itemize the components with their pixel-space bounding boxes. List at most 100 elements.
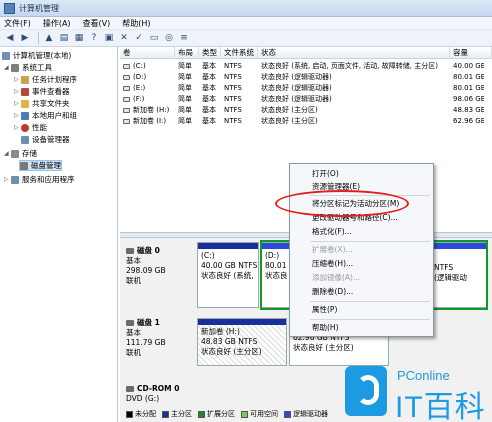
- column-header-filesystem[interactable]: 文件系统: [221, 47, 258, 59]
- partition-h[interactable]: 新加卷 (H:) 48.83 GB NTFS 状态良好 (主分区): [197, 318, 287, 366]
- tree-item-services-applications[interactable]: ▷ 服务和应用程序: [4, 174, 75, 185]
- volume-icon: [123, 118, 130, 124]
- table-row[interactable]: (D:) 简单 基本 NTFS 状态良好 (逻辑驱动器) 80.01 GB: [120, 72, 492, 82]
- expand-arrow-icon[interactable]: ▷: [4, 176, 10, 183]
- legend-swatch: [241, 410, 248, 418]
- tree-item-system-tools[interactable]: ◢ 系统工具: [4, 62, 52, 73]
- menu-item-properties[interactable]: 属性(P): [290, 304, 433, 316]
- computer-icon: [2, 51, 10, 60]
- column-header-layout[interactable]: 布局: [175, 47, 199, 59]
- table-row[interactable]: 新加卷 (I:) 简单 基本 NTFS 状态良好 (主分区) 62.96 GB: [120, 116, 492, 126]
- up-folder-icon[interactable]: ▲: [43, 32, 55, 44]
- pconline-logo-icon: [345, 366, 387, 416]
- menu-item-delete-volume[interactable]: 删除卷(D)...: [290, 286, 433, 298]
- tree-item-shared-folders[interactable]: ▷ 共享文件夹: [14, 98, 70, 109]
- expand-arrow-icon[interactable]: ▷: [14, 88, 20, 95]
- forward-icon[interactable]: ▶: [19, 32, 31, 44]
- volume-icon: [123, 74, 130, 80]
- open-icon[interactable]: ▭: [148, 32, 160, 44]
- menu-item-format[interactable]: 格式化(F)...: [290, 226, 433, 238]
- menu-item-add-mirror: 添加镜像(A)...: [312, 273, 361, 282]
- cdrom-label[interactable]: CD-ROM 0 DVD (G:): [126, 384, 192, 404]
- expand-arrow-icon[interactable]: ▷: [14, 100, 20, 107]
- tree-item-performance[interactable]: ▷ 性能: [14, 122, 47, 133]
- check-icon[interactable]: ✓: [133, 32, 145, 44]
- properties-icon[interactable]: ▦: [73, 32, 85, 44]
- legend-swatch: [284, 410, 291, 418]
- legend-swatch: [126, 410, 133, 418]
- show-tree-icon[interactable]: ▤: [58, 32, 70, 44]
- performance-icon: [21, 123, 29, 132]
- menu-item-shrink-volume[interactable]: 压缩卷(H)...: [290, 258, 433, 270]
- title-bar: 计算机管理: [0, 0, 492, 17]
- collapse-arrow-icon[interactable]: ◢: [4, 150, 10, 157]
- table-row[interactable]: 新加卷 (H:) 简单 基本 NTFS 状态良好 (主分区) 48.83 GB: [120, 105, 492, 115]
- legend-swatch: [198, 410, 205, 418]
- volume-icon: [123, 85, 130, 91]
- disk-1-label[interactable]: 磁盘 1 基本 111.79 GB 联机: [126, 318, 192, 358]
- column-header-volume[interactable]: 卷: [120, 47, 175, 59]
- device-manager-icon: [21, 135, 29, 144]
- expand-arrow-icon[interactable]: ▷: [14, 76, 20, 83]
- menu-help[interactable]: 帮助(H): [122, 18, 150, 29]
- menu-item-open[interactable]: 打开(O): [290, 168, 433, 180]
- storage-icon: [11, 149, 19, 158]
- partition-c[interactable]: (C:) 40.00 GB NTFS 状态良好 (系统,: [197, 242, 259, 308]
- toolbar-separator: [38, 32, 39, 44]
- table-row[interactable]: (E:) 简单 基本 NTFS 状态良好 (逻辑驱动器) 80.01 GB: [120, 83, 492, 93]
- back-icon[interactable]: ◀: [4, 32, 16, 44]
- volume-icon: [123, 96, 130, 102]
- menu-file[interactable]: 文件(F): [4, 18, 31, 29]
- context-menu: 打开(O) 资源管理器(E) 将分区标记为活动分区(M) 更改驱动器号和路径(C…: [289, 163, 434, 337]
- column-header-status[interactable]: 状态: [258, 47, 450, 59]
- menu-separator: [310, 319, 430, 320]
- watermark-brand: PConline: [397, 368, 450, 383]
- disk-icon: [126, 248, 134, 254]
- tree-item-disk-management[interactable]: 磁盘管理: [19, 160, 62, 171]
- tree-item-computer-management[interactable]: 计算机管理(本地): [2, 50, 71, 61]
- menu-item-help[interactable]: 帮助(H): [290, 322, 433, 334]
- collapse-arrow-icon[interactable]: ◢: [4, 64, 10, 71]
- disk-0-label[interactable]: 磁盘 0 基本 298.09 GB 联机: [126, 246, 192, 286]
- column-header-capacity[interactable]: 容量: [450, 47, 492, 59]
- tools-icon: [11, 63, 19, 72]
- legend: 未分配 主分区 扩展分区 可用空间 逻辑驱动器: [120, 408, 328, 420]
- expand-arrow-icon[interactable]: ▷: [14, 124, 20, 131]
- volume-icon: [123, 107, 130, 113]
- disk-icon: [20, 161, 28, 170]
- disk-icon: [126, 320, 134, 326]
- tree-item-local-users-groups[interactable]: ▷ 本地用户和组: [14, 110, 77, 121]
- tree-item-task-scheduler[interactable]: ▷ 任务计划程序: [14, 74, 77, 85]
- tree-item-storage[interactable]: ◢ 存储: [4, 148, 37, 159]
- table-header: 卷 布局 类型 文件系统 状态 容量: [120, 47, 492, 59]
- shared-folder-icon: [21, 99, 29, 108]
- computer-management-icon: [4, 2, 15, 14]
- menu-separator: [310, 241, 430, 242]
- window-title: 计算机管理: [19, 3, 59, 13]
- highlight-oval: [275, 190, 409, 217]
- event-viewer-icon: [21, 87, 29, 96]
- watermark-name: IT百科: [395, 391, 486, 422]
- toolbar: ◀ ▶ ▲ ▤ ▦ ? ▣ ✕ ✓ ▭ ◎ ≡: [0, 30, 492, 47]
- tree-item-device-manager[interactable]: 设备管理器: [21, 134, 70, 145]
- clock-icon: [21, 75, 29, 84]
- expand-arrow-icon[interactable]: ▷: [14, 112, 20, 119]
- legend-swatch: [162, 410, 169, 418]
- list-icon[interactable]: ≡: [178, 32, 190, 44]
- table-row[interactable]: (F:) 简单 基本 NTFS 状态良好 (逻辑驱动器) 98.06 GB: [120, 94, 492, 104]
- menu-action[interactable]: 操作(A): [43, 18, 71, 29]
- search-icon[interactable]: ◎: [163, 32, 175, 44]
- delete-icon[interactable]: ✕: [118, 32, 130, 44]
- navigation-tree: 计算机管理(本地) ◢ 系统工具 ▷ 任务计划程序 ▷ 事件查看器 ▷ 共享文件…: [0, 47, 118, 422]
- column-header-type[interactable]: 类型: [199, 47, 221, 59]
- menu-separator: [310, 301, 430, 302]
- help-icon[interactable]: ?: [88, 32, 100, 44]
- table-row[interactable]: (C:) 简单 基本 NTFS 状态良好 (系统, 启动, 页面文件, 活动, …: [120, 61, 492, 71]
- tree-item-event-viewer[interactable]: ▷ 事件查看器: [14, 86, 70, 97]
- settings-icon[interactable]: ▣: [103, 32, 115, 44]
- volume-icon: [123, 63, 130, 69]
- menu-view[interactable]: 查看(V): [83, 18, 111, 29]
- services-icon: [11, 175, 19, 184]
- menu-item-extend-volume: 扩展卷(X)...: [312, 245, 353, 254]
- menu-bar: 文件(F) 操作(A) 查看(V) 帮助(H): [0, 17, 492, 30]
